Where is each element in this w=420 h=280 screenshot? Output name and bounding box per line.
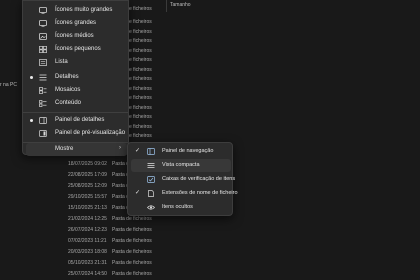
menu-item-tiles[interactable]: Mosaicos bbox=[26, 84, 127, 97]
menu-item-list[interactable]: Lista bbox=[26, 56, 127, 69]
menu-item-label: Ícones pequenos bbox=[55, 46, 101, 52]
date-cell: 07/02/2023 11:21 bbox=[68, 238, 107, 244]
menu-item-label: Painel de detalhes bbox=[55, 117, 105, 123]
compact-view-icon bbox=[147, 162, 155, 169]
menu-item-label: Vista compacta bbox=[162, 162, 200, 168]
type-cell: Pasta de ficheiros bbox=[112, 271, 152, 277]
menu-item-file-extensions[interactable]: ✓ Extensões de nome de ficheiro bbox=[131, 187, 238, 200]
menu-item-item-checkboxes[interactable]: Caixas de verificação de itens bbox=[131, 173, 235, 186]
image-icon bbox=[39, 33, 47, 40]
selected-bullet-icon bbox=[30, 76, 33, 79]
table-row[interactable]: 20/03/2023 18:08 Pasta de ficheiros bbox=[0, 247, 420, 257]
date-cell: 25/08/2025 12:09 bbox=[68, 183, 107, 189]
menu-item-extra-large-icons[interactable]: Ícones muito grandes bbox=[26, 4, 127, 17]
menu-item-label: Detalhes bbox=[55, 74, 79, 80]
type-cell: Pasta de ficheiros bbox=[112, 260, 152, 266]
menu-item-label: Painel de navegação bbox=[162, 148, 214, 154]
menu-item-hidden-items[interactable]: Itens ocultos bbox=[131, 201, 231, 214]
date-cell: 29/10/2025 15:57 bbox=[68, 194, 107, 200]
details-pane-icon bbox=[39, 117, 47, 124]
checkmark-icon: ✓ bbox=[135, 190, 141, 196]
content-icon bbox=[39, 100, 47, 107]
eye-icon bbox=[147, 204, 155, 211]
grid-icon bbox=[39, 46, 47, 53]
menu-item-navigation-pane[interactable]: ✓ Painel de navegação bbox=[131, 145, 231, 158]
date-cell: 15/10/2025 21:13 bbox=[68, 205, 107, 211]
date-cell: 05/10/2023 21:31 bbox=[68, 260, 107, 266]
table-row[interactable]: 25/07/2024 14:50 Pasta de ficheiros bbox=[0, 269, 420, 279]
checkbox-icon bbox=[147, 176, 155, 183]
show-submenu: ✓ Painel de navegação Vista compacta Cai… bbox=[127, 142, 238, 216]
menu-item-label: Ícones grandes bbox=[55, 20, 97, 26]
date-cell: 20/03/2023 18:08 bbox=[68, 249, 107, 255]
preview-pane-icon bbox=[39, 130, 47, 137]
date-cell: 18/07/2025 09:02 bbox=[68, 161, 107, 167]
date-cell: 21/02/2024 12:25 bbox=[68, 216, 107, 222]
menu-item-preview-pane[interactable]: Painel de pré-visualização bbox=[26, 127, 127, 140]
menu-item-label: Ícones médios bbox=[55, 33, 94, 39]
menu-item-compact-view[interactable]: Vista compacta bbox=[131, 159, 231, 172]
menu-item-medium-icons[interactable]: Ícones médios bbox=[26, 30, 127, 43]
menu-item-label: Itens ocultos bbox=[162, 204, 193, 210]
type-cell: Pasta de ficheiros bbox=[112, 249, 152, 255]
date-cell: 22/08/2025 17:09 bbox=[68, 172, 107, 178]
menu-item-large-icons[interactable]: Ícones grandes bbox=[26, 17, 127, 30]
menu-item-content[interactable]: Conteúdo bbox=[26, 97, 127, 110]
type-cell: Pasta de ficheiros bbox=[112, 216, 152, 222]
menu-item-label: Lista bbox=[55, 59, 68, 65]
type-cell: Pasta de ficheiros bbox=[112, 227, 152, 233]
menu-item-label: Painel de pré-visualização bbox=[55, 130, 126, 136]
table-row[interactable]: 05/10/2023 21:31 Pasta de ficheiros bbox=[0, 258, 420, 268]
date-cell: 25/07/2024 14:50 bbox=[68, 271, 107, 277]
list-icon bbox=[39, 59, 47, 66]
menu-item-label: Extensões de nome de ficheiro bbox=[162, 190, 238, 196]
date-cell: 26/07/2024 12:23 bbox=[68, 227, 107, 233]
menu-item-label: Conteúdo bbox=[55, 100, 82, 106]
selected-bullet-icon bbox=[30, 119, 33, 122]
table-row[interactable]: 07/02/2023 11:21 Pasta de ficheiros bbox=[0, 236, 420, 246]
view-context-menu: Ícones muito grandes Ícones grandes Ícon… bbox=[22, 0, 129, 156]
file-icon bbox=[147, 190, 155, 197]
menu-item-details[interactable]: Detalhes bbox=[26, 71, 127, 84]
menu-item-label: Mostre bbox=[55, 146, 74, 152]
menu-separator bbox=[23, 112, 128, 113]
menu-item-small-icons[interactable]: Ícones pequenos bbox=[26, 43, 127, 56]
menu-item-label: Mosaicos bbox=[55, 87, 81, 93]
chevron-right-icon: › bbox=[119, 145, 121, 151]
menu-item-details-pane[interactable]: Painel de detalhes bbox=[26, 114, 127, 127]
details-icon bbox=[39, 74, 47, 81]
table-row[interactable]: 26/07/2024 12:23 Pasta de ficheiros bbox=[0, 225, 420, 235]
checkmark-icon: ✓ bbox=[135, 148, 141, 154]
menu-item-label: Caixas de verificação de itens bbox=[162, 176, 236, 182]
type-cell: Pasta de ficheiros bbox=[112, 238, 152, 244]
monitor-icon bbox=[39, 7, 47, 14]
menu-item-show[interactable]: Mostre › bbox=[26, 143, 127, 156]
menu-item-label: Ícones muito grandes bbox=[55, 7, 113, 13]
tiles-icon bbox=[39, 87, 47, 94]
navigation-pane-icon bbox=[147, 148, 155, 155]
monitor-icon bbox=[39, 20, 47, 27]
